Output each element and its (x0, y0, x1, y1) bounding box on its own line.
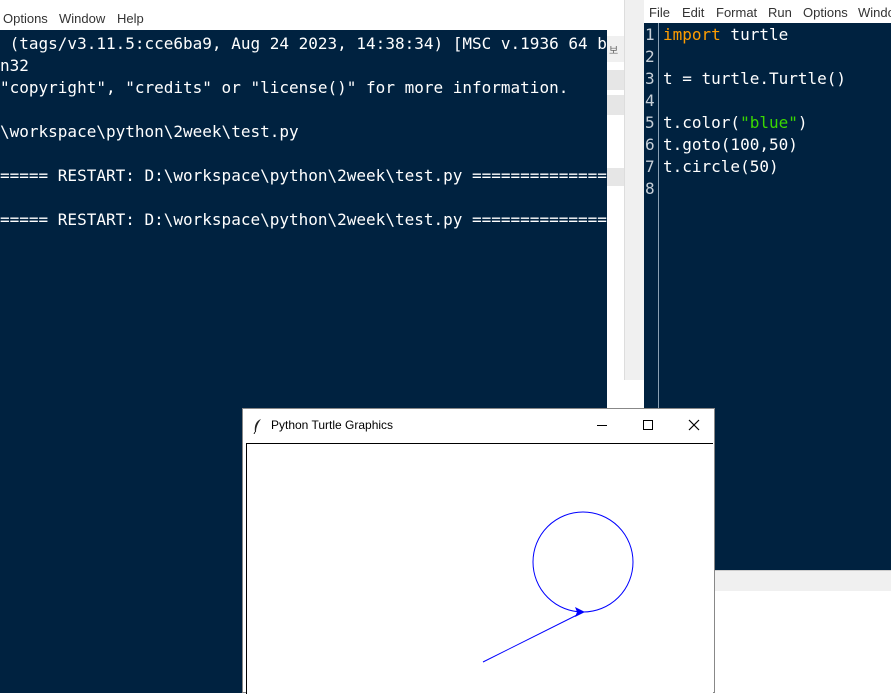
code-string: "blue" (740, 113, 798, 132)
background-tab[interactable] (607, 168, 624, 186)
editor-menu-file[interactable]: File (649, 5, 670, 20)
close-icon (688, 419, 700, 431)
close-button[interactable] (671, 409, 717, 441)
shell-output-line: \workspace\python\2week\test.py (0, 122, 299, 141)
code-line: t.goto(100,50) (663, 135, 798, 154)
editor-menu-run[interactable]: Run (768, 5, 792, 20)
line-number: 2 (645, 47, 655, 66)
editor-menubar: File Edit Format Run Options Windo (644, 0, 891, 23)
line-number: 5 (645, 113, 655, 132)
line-number: 3 (645, 69, 655, 88)
code-text: ) (797, 113, 808, 132)
pen-path-line (482, 611, 584, 663)
background-tab[interactable] (607, 70, 624, 90)
editor-menu-window[interactable]: Windo (858, 5, 891, 20)
editor-menu-options[interactable]: Options (803, 5, 848, 20)
shell-output-line: n32 (0, 56, 29, 75)
line-number: 1 (645, 25, 655, 44)
minimize-icon (597, 425, 607, 426)
shell-output-line: ===== RESTART: D:\workspace\python\2week… (0, 210, 646, 229)
code-line: import turtle (663, 24, 788, 46)
editor-window-edge (624, 0, 645, 380)
pen-path-circle (532, 511, 634, 613)
code-text: t.color( (663, 113, 741, 132)
code-line: t.circle(50) (663, 157, 779, 176)
background-tab[interactable] (607, 95, 624, 115)
shell-menu-window[interactable]: Window (59, 11, 105, 26)
line-number: 7 (645, 157, 655, 176)
maximize-button[interactable] (625, 409, 671, 441)
editor-menu-format[interactable]: Format (716, 5, 757, 20)
code-line: t = turtle.Turtle() (663, 69, 847, 88)
feather-icon (253, 419, 261, 434)
line-number: 4 (645, 91, 655, 110)
code-keyword: import (663, 25, 721, 44)
shell-menu-options[interactable]: Options (3, 11, 48, 26)
turtle-drawing (482, 511, 634, 663)
editor-menu-edit[interactable]: Edit (682, 5, 704, 20)
background-tab-label: 보 (609, 46, 619, 57)
shell-output-line: "copyright", "credits" or "license()" fo… (0, 78, 569, 97)
background-tab[interactable]: 보 (607, 36, 624, 62)
shell-output-line: (tags/v3.11.5:cce6ba9, Aug 24 2023, 14:3… (0, 34, 646, 53)
line-number: 8 (645, 179, 655, 198)
code-line: t.color("blue") (663, 112, 808, 134)
shell-menu-help[interactable]: Help (117, 11, 144, 26)
line-number: 6 (645, 135, 655, 154)
minimize-button[interactable] (579, 409, 625, 441)
turtle-titlebar[interactable]: Python Turtle Graphics (243, 409, 714, 443)
turtle-graphics-window: Python Turtle Graphics (242, 408, 715, 694)
maximize-icon (643, 420, 653, 430)
shell-menubar: Options Window Help (0, 0, 607, 30)
window-title: Python Turtle Graphics (271, 418, 394, 432)
turtle-canvas[interactable] (246, 443, 713, 694)
code-text: turtle (720, 25, 789, 44)
shell-output-line: ===== RESTART: D:\workspace\python\2week… (0, 166, 646, 185)
